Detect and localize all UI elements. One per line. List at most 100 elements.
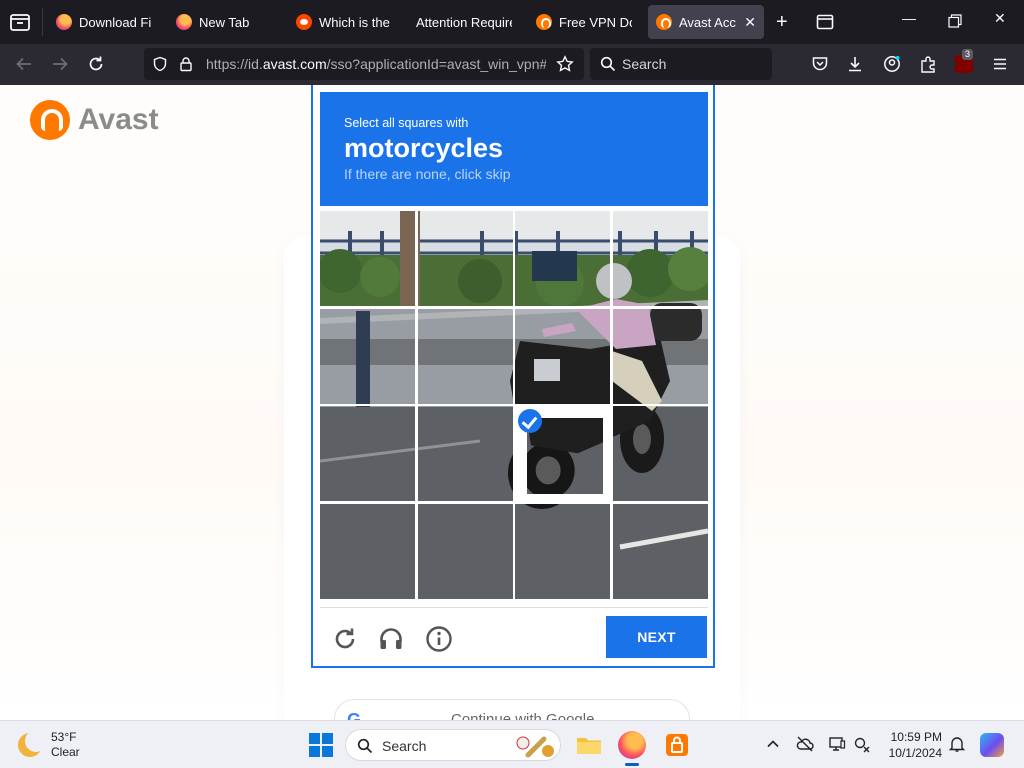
taskbar-search[interactable]: Search: [345, 729, 561, 761]
captcha-target-word: motorcycles: [344, 133, 504, 163]
tab-bar: Download Fire New Tab Which is the be At…: [0, 0, 1024, 44]
captcha-tile[interactable]: [612, 308, 708, 404]
captcha-challenge: Select all squares with motorcycles If t…: [311, 85, 715, 668]
url-bar[interactable]: https://id.avast.com/sso?applicationId=a…: [144, 48, 584, 80]
logo-text: Avast: [78, 103, 159, 136]
avast-icon: [656, 14, 672, 30]
ublock-extension-icon[interactable]: 3: [955, 49, 974, 73]
shield-icon[interactable]: [152, 56, 168, 72]
system-clock[interactable]: 10:59 PM 10/1/2024: [884, 729, 942, 761]
captcha-tile[interactable]: [515, 211, 610, 306]
captcha-tile[interactable]: [515, 308, 610, 404]
captcha-tile[interactable]: [320, 503, 415, 599]
windows-taskbar: 53°F Clear Search 10:59 PM 10/1/2024: [0, 720, 1024, 768]
info-icon[interactable]: [425, 625, 453, 653]
tab-attention-required[interactable]: Attention Required: [408, 5, 520, 39]
firefox-view-icon[interactable]: [816, 13, 834, 31]
captcha-tile[interactable]: [320, 406, 415, 501]
tab-separator: [42, 8, 43, 36]
tab-title: Download Fire: [79, 14, 152, 30]
reload-icon[interactable]: [87, 55, 105, 73]
pocket-icon[interactable]: [811, 55, 829, 73]
captcha-tile[interactable]: [515, 503, 610, 599]
url-text[interactable]: https://id.avast.com/sso?applicationId=a…: [206, 56, 546, 72]
reload-challenge-icon[interactable]: [331, 625, 359, 653]
tab-avast-account[interactable]: Avast Accou ✕: [648, 5, 764, 39]
captcha-image-grid: [320, 211, 708, 599]
firefox-icon: [176, 14, 192, 30]
tile-image: [417, 308, 513, 404]
bookmark-star-icon[interactable]: [556, 55, 574, 73]
captcha-footer-divider: [320, 607, 708, 608]
captcha-tile[interactable]: [320, 308, 415, 404]
copilot-icon[interactable]: [980, 733, 1004, 757]
url-prefix: https://id.: [206, 56, 263, 72]
captcha-tile[interactable]: [320, 211, 415, 306]
weather-description: Clear: [51, 745, 80, 759]
search-placeholder: Search: [622, 56, 667, 72]
tile-image: [515, 503, 610, 599]
menu-icon[interactable]: [991, 55, 1009, 73]
running-indicator: [625, 763, 639, 766]
next-button[interactable]: NEXT: [606, 616, 707, 658]
downloads-icon[interactable]: [846, 55, 864, 73]
minimize-icon[interactable]: —: [902, 10, 916, 26]
lock-icon[interactable]: [178, 56, 194, 72]
back-arrow-icon[interactable]: [15, 55, 33, 73]
notification-bell-icon[interactable]: [948, 735, 966, 753]
tab-new-tab[interactable]: New Tab: [168, 5, 280, 39]
avast-logo: Avast: [30, 100, 159, 140]
url-domain: avast.com: [262, 56, 327, 72]
captcha-tile[interactable]: [417, 406, 513, 501]
navigation-bar: https://id.avast.com/sso?applicationId=a…: [0, 44, 1024, 85]
continue-with-google-button[interactable]: G Continue with Google: [334, 699, 690, 720]
google-icon: G: [347, 710, 362, 720]
captcha-tile[interactable]: [612, 406, 708, 501]
weather-widget[interactable]: 53°F Clear: [18, 730, 80, 760]
new-tab-button[interactable]: +: [776, 12, 788, 32]
captcha-tile[interactable]: [515, 406, 610, 501]
captcha-tile[interactable]: [417, 308, 513, 404]
weather-temperature: 53°F: [51, 730, 77, 744]
account-icon[interactable]: [883, 55, 901, 73]
tile-image: [515, 211, 610, 306]
tile-image: [320, 308, 415, 404]
tab-title: New Tab: [199, 14, 250, 30]
tile-image: [612, 503, 708, 599]
avast-logo-icon: [30, 100, 70, 140]
network-icon[interactable]: [853, 735, 871, 753]
file-explorer-icon[interactable]: [575, 731, 603, 759]
audio-challenge-icon[interactable]: [377, 625, 405, 653]
captcha-tile[interactable]: [612, 211, 708, 306]
tab-title: Avast Accou: [679, 14, 736, 30]
tab-free-vpn[interactable]: Free VPN Down: [528, 5, 640, 39]
tile-image: [612, 308, 708, 404]
tab-list-icon[interactable]: [8, 10, 32, 34]
tab-download-firefox[interactable]: Download Fire: [48, 5, 160, 39]
search-bar[interactable]: Search: [590, 48, 772, 80]
google-button-label: Continue with Google: [451, 711, 595, 720]
captcha-instruction: Select all squares with: [344, 116, 469, 130]
search-icon: [600, 56, 616, 72]
close-tab-icon[interactable]: ✕: [744, 14, 756, 31]
captcha-hint: If there are none, click skip: [344, 166, 511, 182]
extensions-icon[interactable]: [919, 55, 937, 73]
tab-title: Free VPN Down: [559, 14, 632, 30]
chevron-up-icon[interactable]: [764, 735, 782, 753]
tile-image: [417, 503, 513, 599]
firefox-taskbar-icon[interactable]: [618, 731, 646, 759]
display-icon[interactable]: [828, 735, 846, 753]
forward-arrow-icon[interactable]: [51, 55, 69, 73]
restore-icon[interactable]: [948, 14, 962, 28]
reddit-icon: [296, 14, 312, 30]
url-path: /sso?applicationId=avast_win_vpn#/: [326, 56, 546, 72]
captcha-tile[interactable]: [417, 503, 513, 599]
vpn-app-icon[interactable]: [663, 731, 691, 759]
close-window-icon[interactable]: ✕: [994, 10, 1006, 27]
avast-icon: [536, 14, 552, 30]
captcha-tile[interactable]: [417, 211, 513, 306]
captcha-tile[interactable]: [612, 503, 708, 599]
onedrive-offline-icon[interactable]: [796, 735, 814, 753]
tab-reddit[interactable]: Which is the be: [288, 5, 400, 39]
windows-start-icon[interactable]: [309, 733, 333, 757]
